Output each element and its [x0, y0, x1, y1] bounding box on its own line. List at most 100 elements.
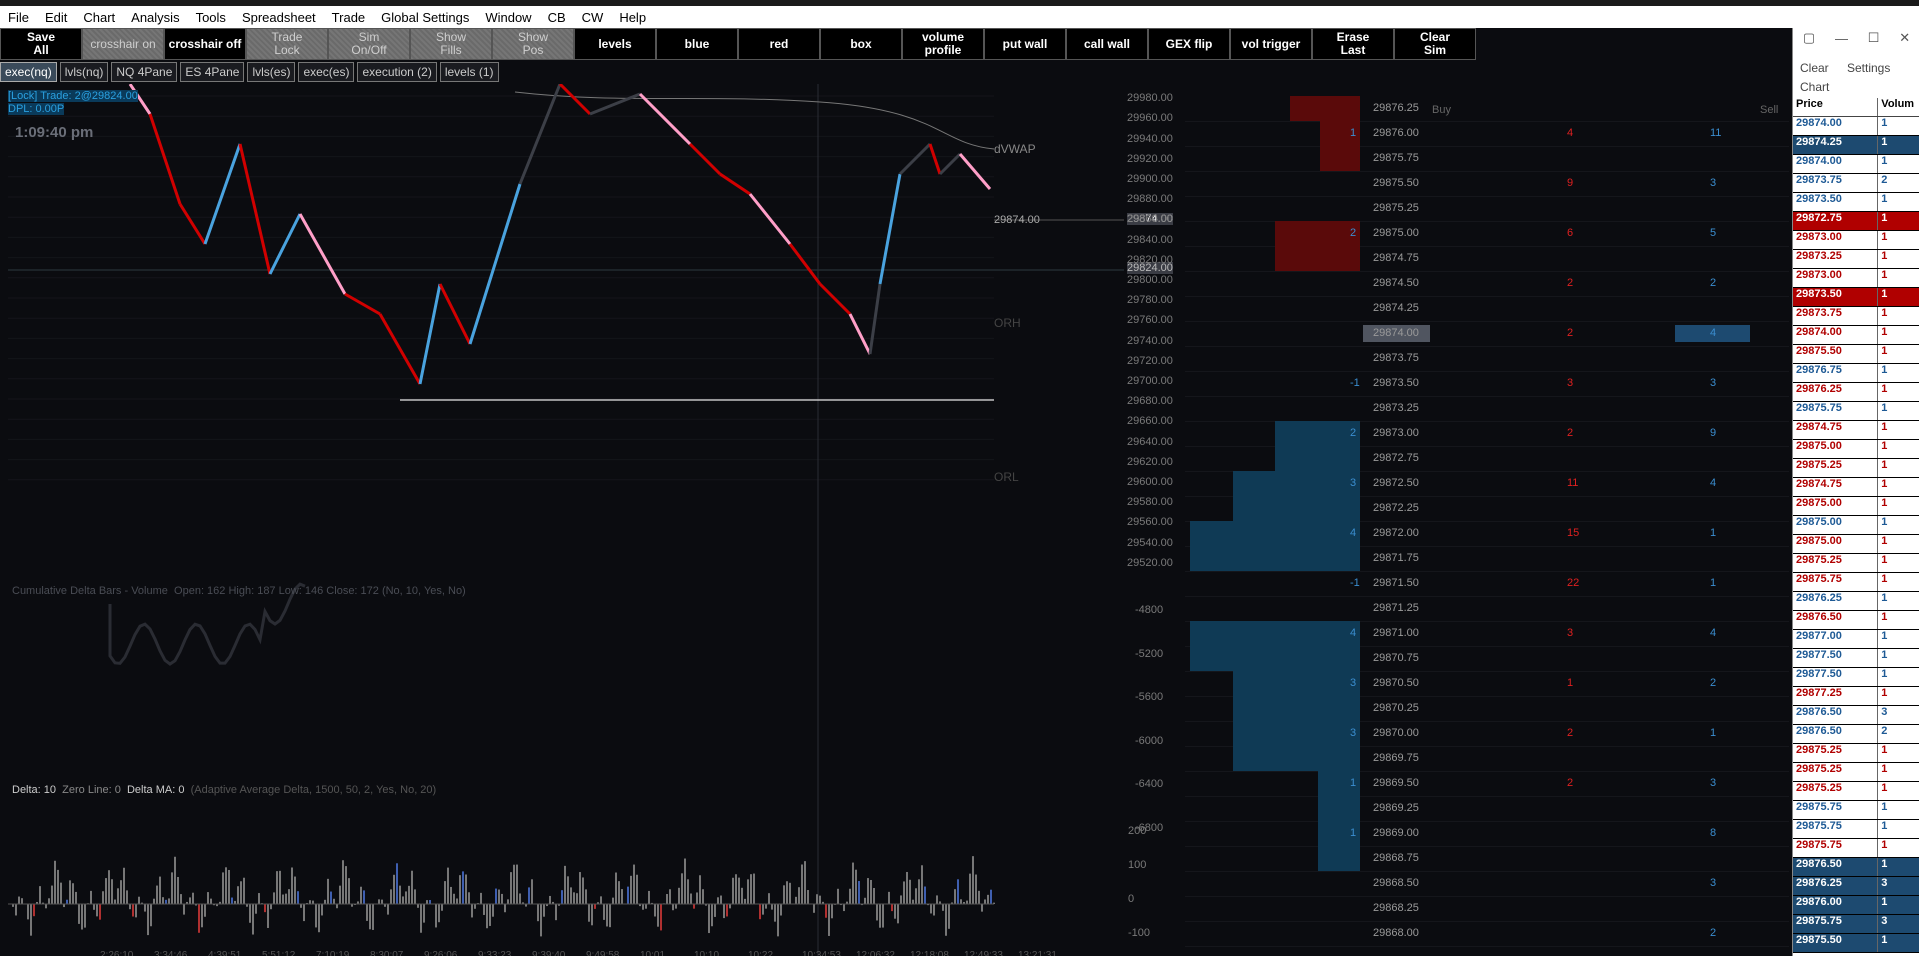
dom-row[interactable]: 3 29870.50 1 2 [1185, 671, 1789, 697]
menu-file[interactable]: File [0, 10, 37, 25]
dom-row[interactable]: 29872.75 [1185, 446, 1789, 472]
toolbar-button-17[interactable]: Clear Sim [1394, 28, 1476, 60]
dom-row[interactable]: -1 29873.50 3 3 [1185, 371, 1789, 397]
menu-cw[interactable]: CW [574, 10, 612, 25]
dom-row[interactable]: 29872.25 [1185, 496, 1789, 522]
menu-edit[interactable]: Edit [37, 10, 75, 25]
dom-row[interactable]: 29871.75 [1185, 546, 1789, 572]
toolbar-button-9[interactable]: red [738, 28, 820, 60]
toolbar-button-1[interactable]: crosshair on [82, 28, 164, 60]
tab-3[interactable]: ES 4Pane [180, 62, 245, 82]
dom-buy-volume: 2 [1567, 327, 1574, 339]
dom-sell-volume: 4 [1710, 477, 1717, 489]
toolbar-button-7[interactable]: levels [574, 28, 656, 60]
tab-0[interactable]: exec(nq) [0, 62, 57, 82]
dom-row[interactable]: 29874.50 2 2 [1185, 271, 1789, 297]
toolbar-button-5[interactable]: Show Fills [410, 28, 492, 60]
dom-row[interactable]: 29868.00 2 [1185, 921, 1789, 947]
tas-price: 29873.50 [1796, 193, 1842, 205]
tas-price: 29874.75 [1796, 478, 1842, 490]
menu-global-settings[interactable]: Global Settings [373, 10, 477, 25]
toolbar-button-4[interactable]: Sim On/Off [328, 28, 410, 60]
dom-row[interactable]: 29873.75 [1185, 346, 1789, 372]
menu-chart[interactable]: Chart [75, 10, 123, 25]
dom-row[interactable]: 29871.25 [1185, 596, 1789, 622]
dom-row[interactable]: 3 29872.50 11 4 [1185, 471, 1789, 497]
dom-row[interactable]: 2 29875.00 6 5 [1185, 221, 1789, 247]
clear-chart-button[interactable]: Clear [1800, 61, 1829, 75]
dom-buy-volume: 6 [1567, 227, 1574, 239]
tas-row: 29873.50 1 [1793, 288, 1919, 307]
dom-price: 29869.00 [1373, 827, 1419, 839]
dom-buy-volume: 15 [1567, 527, 1580, 539]
menu-cb[interactable]: CB [540, 10, 574, 25]
minimize-icon[interactable]: — [1835, 31, 1848, 46]
toolbar-button-8[interactable]: blue [656, 28, 738, 60]
dom-price: 29874.75 [1373, 252, 1419, 264]
menu-window[interactable]: Window [477, 10, 539, 25]
close-icon[interactable]: ✕ [1899, 30, 1910, 46]
dom-row[interactable]: 29875.25 [1185, 196, 1789, 222]
tab-4[interactable]: lvls(es) [247, 62, 296, 82]
tab-1[interactable]: lvls(nq) [59, 62, 109, 82]
toolbar-button-16[interactable]: Erase Last [1312, 28, 1394, 60]
tas-volume: 1 [1877, 630, 1919, 648]
dom-row[interactable]: 29870.25 [1185, 696, 1789, 722]
chart-button[interactable]: Chart [1800, 80, 1829, 94]
tab-6[interactable]: execution (2) [357, 62, 437, 82]
dom-row[interactable]: 29873.25 [1185, 396, 1789, 422]
toolbar-button-6[interactable]: Show Pos [492, 28, 574, 60]
dom-row[interactable]: 29868.50 3 [1185, 871, 1789, 897]
tas-row: 29875.25 1 [1793, 459, 1919, 478]
dom-row[interactable]: 4 29872.00 15 1 [1185, 521, 1789, 547]
dom-row[interactable]: 2 29873.00 2 9 [1185, 421, 1789, 447]
toolbar-button-3[interactable]: Trade Lock [246, 28, 328, 60]
dom-row[interactable]: 29875.75 [1185, 146, 1789, 172]
dom-row[interactable]: 1 29869.50 2 3 [1185, 771, 1789, 797]
price-chart[interactable]: [Lock] Trade: 2@29824.00 DPL: 0.00P 1:09… [0, 84, 1185, 956]
price-tick: 29840.00 [1127, 233, 1173, 246]
toolbar-button-11[interactable]: volume profile [902, 28, 984, 60]
dom-row[interactable]: 29870.75 [1185, 646, 1789, 672]
toolbar-button-12[interactable]: put wall [984, 28, 1066, 60]
tab-5[interactable]: exec(es) [298, 62, 355, 82]
price-tick: 29660.00 [1127, 415, 1173, 428]
tas-volume: 1 [1877, 326, 1919, 344]
menu-analysis[interactable]: Analysis [123, 10, 187, 25]
toolbar-button-2[interactable]: crosshair off [164, 28, 246, 60]
dom-row[interactable]: 29868.25 [1185, 896, 1789, 922]
dom-row[interactable]: 29869.25 [1185, 796, 1789, 822]
tab-2[interactable]: NQ 4Pane [111, 62, 178, 82]
tas-row: 29873.00 1 [1793, 231, 1919, 250]
dom-row[interactable]: 1 29876.00 4 11 [1185, 121, 1789, 147]
depth-of-market[interactable]: Buy Sell 29876.25 1 29876.00 4 11 29875.75 298… [1185, 84, 1789, 956]
dom-row[interactable]: 29874.75 [1185, 246, 1789, 272]
bid-size-bar [1318, 846, 1360, 871]
price-tick: 29980.00 [1127, 92, 1173, 105]
time-and-sales-window[interactable]: ▢ — ☐ ✕ Clear Settings Chart Price Volum… [1792, 28, 1919, 956]
time-tick: 9:39:40 [532, 950, 566, 956]
menu-help[interactable]: Help [611, 10, 654, 25]
menu-tools[interactable]: Tools [188, 10, 234, 25]
dom-row[interactable]: 29869.75 [1185, 746, 1789, 772]
maximize-icon[interactable]: ☐ [1868, 30, 1880, 46]
settings-button[interactable]: Settings [1847, 61, 1890, 75]
dom-row[interactable]: 29876.25 [1185, 96, 1789, 122]
toolbar-button-13[interactable]: call wall [1066, 28, 1148, 60]
menu-spreadsheet[interactable]: Spreadsheet [234, 10, 324, 25]
menu-trade[interactable]: Trade [324, 10, 373, 25]
dom-row[interactable]: 29874.00 2 4 [1185, 321, 1789, 347]
dom-row[interactable]: 4 29871.00 3 4 [1185, 621, 1789, 647]
dom-row[interactable]: 29868.75 [1185, 846, 1789, 872]
dom-row[interactable]: 3 29870.00 2 1 [1185, 721, 1789, 747]
dom-row[interactable]: 1 29869.00 8 [1185, 821, 1789, 847]
tas-price: 29875.25 [1796, 782, 1842, 794]
dom-row[interactable]: 29874.25 [1185, 296, 1789, 322]
toolbar-button-15[interactable]: vol trigger [1230, 28, 1312, 60]
toolbar-button-14[interactable]: GEX flip [1148, 28, 1230, 60]
toolbar-button-10[interactable]: box [820, 28, 902, 60]
dom-row[interactable]: 29875.50 9 3 [1185, 171, 1789, 197]
dom-row[interactable]: -1 29871.50 22 1 [1185, 571, 1789, 597]
tab-7[interactable]: levels (1) [439, 62, 499, 82]
toolbar-button-0[interactable]: Save All [0, 28, 82, 60]
